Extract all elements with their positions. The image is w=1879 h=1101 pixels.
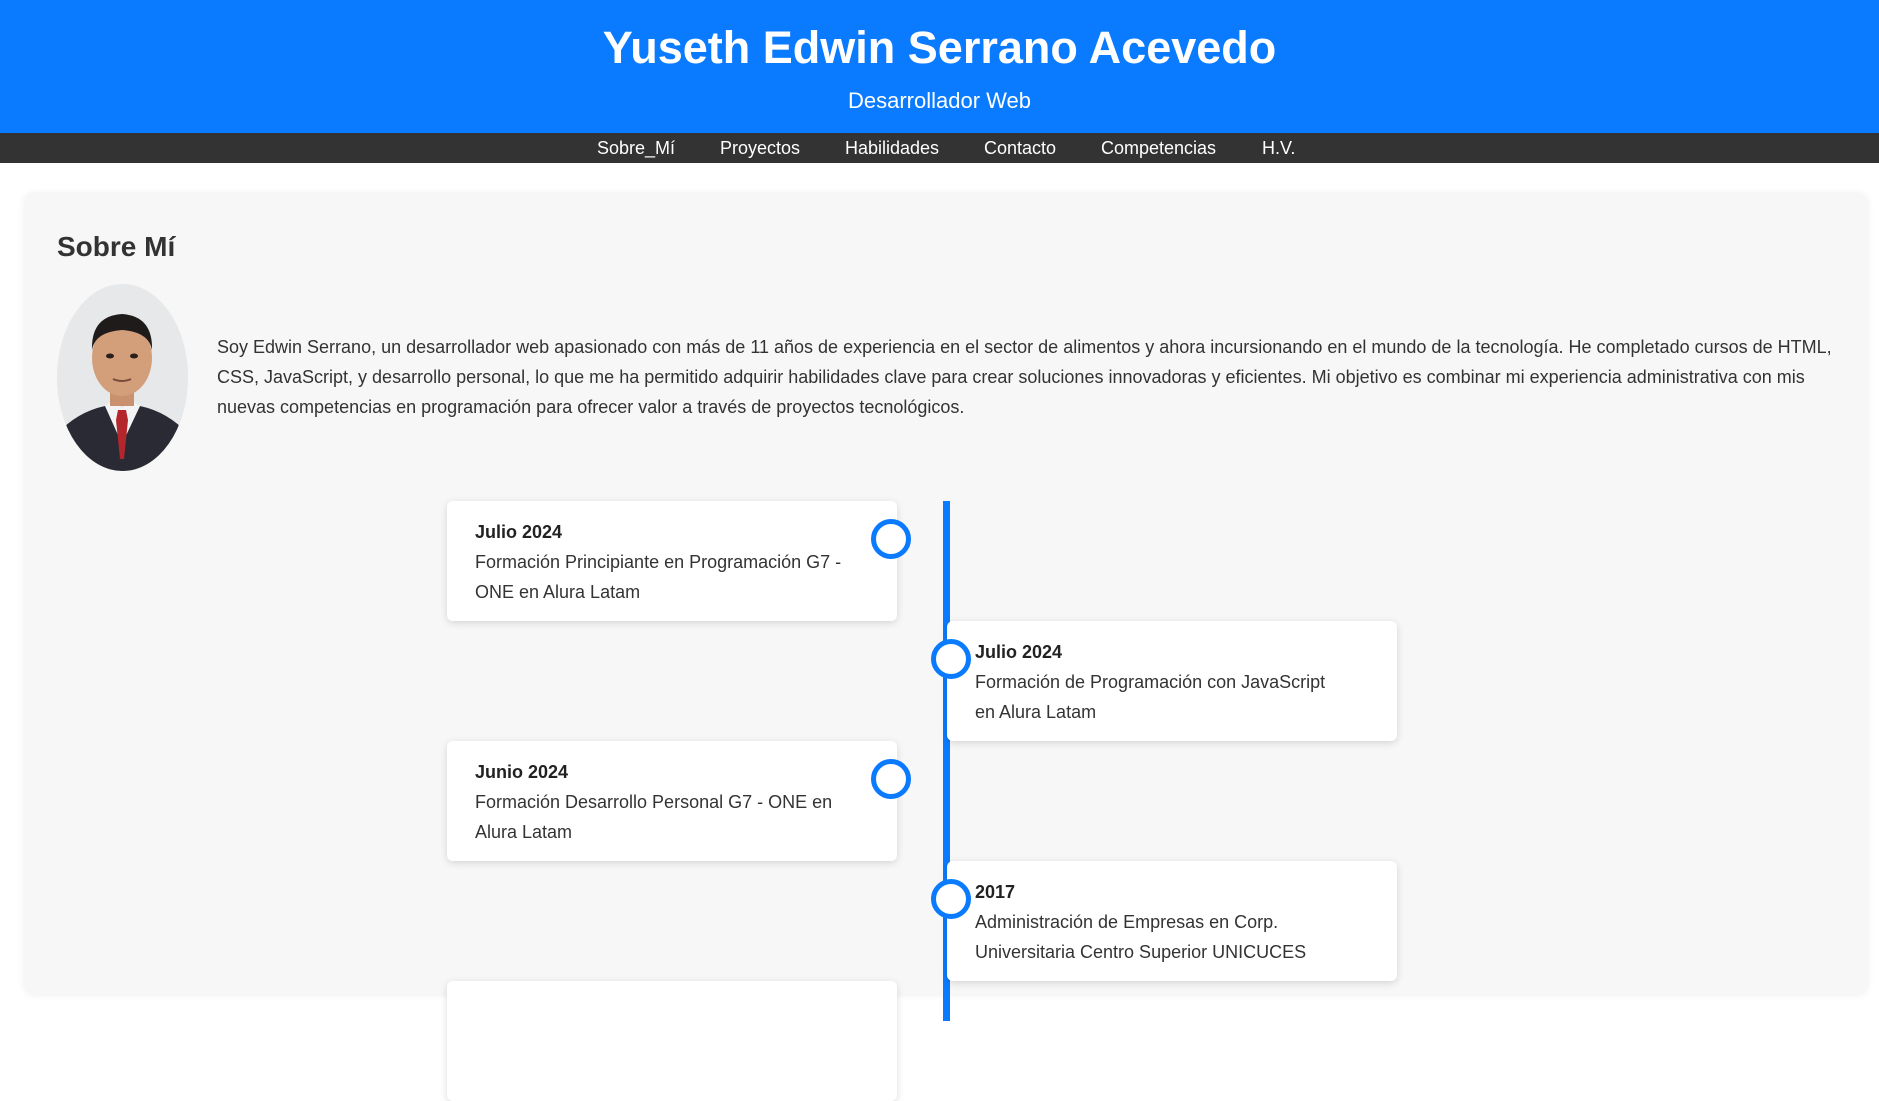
nav-item-contacto[interactable]: Contacto bbox=[984, 133, 1056, 163]
timeline-marker bbox=[931, 639, 971, 679]
timeline-description: Formación Principiante en Programación G… bbox=[475, 552, 842, 602]
nav-item-competencias[interactable]: Competencias bbox=[1101, 133, 1216, 163]
timeline-entry: Junio 2024 Formación Desarrollo Personal… bbox=[447, 741, 897, 861]
timeline-date: Junio 2024 bbox=[475, 762, 569, 782]
main-nav: Sobre_Mí Proyectos Habilidades Contacto … bbox=[0, 133, 1879, 163]
nav-item-hv[interactable]: H.V. bbox=[1262, 133, 1295, 163]
nav-item-sobre-mi[interactable]: Sobre_Mí bbox=[597, 133, 675, 163]
site-title: Yuseth Edwin Serrano Acevedo bbox=[602, 22, 1277, 73]
timeline-description: Formación de Programación con JavaScript… bbox=[975, 672, 1326, 722]
site-subtitle: Desarrollador Web bbox=[847, 88, 1031, 113]
timeline-description: Administración de Empresas en Corp. Univ… bbox=[975, 912, 1307, 962]
about-section: Sobre Mí Soy Edwin Serrano, un desarroll… bbox=[25, 194, 1867, 1101]
timeline-date: Julio 2024 bbox=[475, 522, 563, 542]
section-title: Sobre Mí bbox=[57, 231, 176, 262]
timeline-entry: 2017 Administración de Empresas en Corp.… bbox=[947, 861, 1397, 981]
timeline-marker bbox=[871, 759, 911, 799]
avatar bbox=[57, 284, 188, 471]
nav-item-habilidades[interactable]: Habilidades bbox=[845, 133, 939, 163]
timeline-marker bbox=[871, 519, 911, 559]
nav-item-proyectos[interactable]: Proyectos bbox=[720, 133, 800, 163]
timeline-entry: Julio 2024 Formación de Programación con… bbox=[947, 621, 1397, 741]
site-header: Yuseth Edwin Serrano Acevedo Desarrollad… bbox=[0, 0, 1879, 133]
timeline-description: Formación Desarrollo Personal G7 - ONE e… bbox=[475, 792, 833, 842]
timeline-marker bbox=[931, 879, 971, 919]
about-text: Soy Edwin Serrano, un desarrollador web … bbox=[217, 337, 1832, 417]
timeline-entry bbox=[447, 981, 897, 1101]
timeline-entry: Julio 2024 Formación Principiante en Pro… bbox=[447, 501, 897, 621]
profile-photo bbox=[57, 284, 188, 471]
timeline-date: Julio 2024 bbox=[975, 642, 1063, 662]
timeline-date: 2017 bbox=[975, 882, 1016, 902]
